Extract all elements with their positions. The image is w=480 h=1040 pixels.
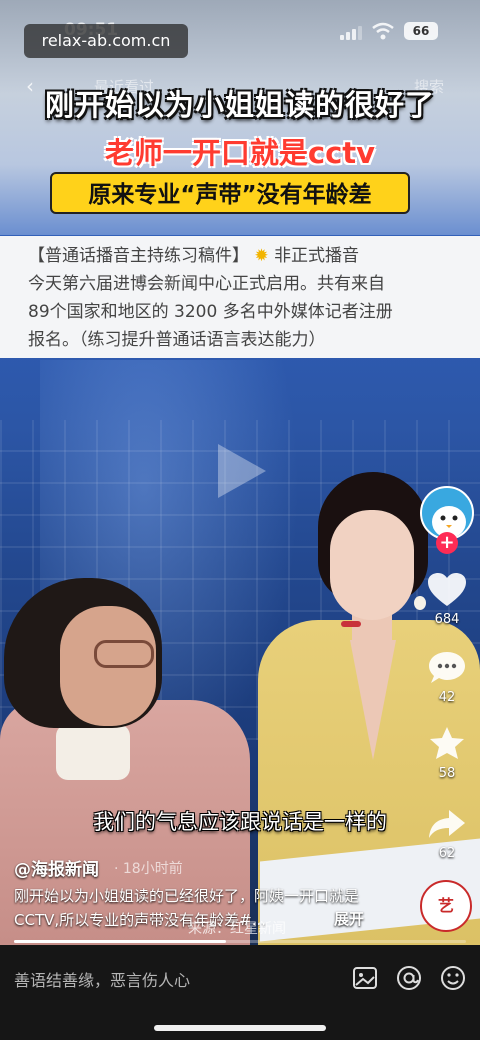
card-line-1: 【普通话播音主持练习稿件】 ✹ 非正式播音 — [28, 242, 460, 270]
mention-icon[interactable] — [394, 963, 424, 993]
share-icon — [429, 810, 465, 838]
author-name[interactable]: @海报新闻 — [14, 855, 99, 880]
heart-icon — [428, 573, 466, 606]
cellular-signal-icon — [340, 26, 362, 40]
follow-button[interactable]: + — [436, 532, 458, 554]
caption-yellow-banner: 原来专业“声带”没有年龄差 — [50, 172, 410, 214]
card-line-4: 报名。（练习提升普通话语言表达能力） — [28, 330, 326, 350]
anchor-face — [330, 510, 414, 620]
comment-icon — [429, 652, 465, 683]
video-progress-bar[interactable] — [14, 940, 466, 943]
video-subtitle: 我们的气息应该跟说话是一样的 — [93, 810, 387, 834]
wifi-icon — [372, 22, 394, 40]
source-label: 来源：红星新闻 — [188, 921, 286, 937]
expand-button[interactable]: 展开 — [334, 908, 364, 929]
card-title: 【普通话播音主持练习稿件】 — [28, 246, 249, 266]
card-line-2: 今天第六届进博会新闻中心正式启用。共有来自 — [28, 274, 385, 294]
emoji-icon[interactable] — [438, 963, 468, 993]
practice-text-card: 【普通话播音主持练习稿件】 ✹ 非正式播音 今天第六届进博会新闻中心正式启用。共… — [0, 236, 480, 358]
site-watermark: relax-ab.com.cn — [24, 24, 188, 58]
progress-fill — [14, 940, 227, 943]
favorite-button[interactable]: 58 — [414, 726, 480, 781]
like-count: 684 — [434, 612, 460, 627]
anchor-lips — [341, 621, 361, 627]
image-icon[interactable] — [350, 963, 380, 993]
star-icon — [430, 727, 464, 759]
comment-count: 42 — [438, 690, 456, 705]
comment-bar: 善语结善缘，恶言伤人心 — [0, 945, 480, 1040]
home-indicator[interactable] — [154, 1025, 326, 1031]
channel-stamp[interactable]: 艺 — [420, 880, 472, 932]
battery-icon: 66 — [404, 22, 438, 40]
teacher-glasses — [94, 640, 154, 668]
comment-input[interactable]: 善语结善缘，恶言伤人心 — [14, 967, 190, 991]
caption-red: 老师一开口就是cctv — [104, 136, 376, 170]
post-time: · 18小时前 — [114, 861, 183, 877]
comment-button[interactable]: 42 — [414, 650, 480, 705]
favorite-count: 58 — [438, 766, 456, 781]
share-button[interactable]: 62 — [414, 806, 480, 861]
like-button[interactable]: 684 — [414, 572, 480, 627]
card-line-3: 89个国家和地区的 3200 多名中外媒体记者注册 — [28, 302, 393, 322]
share-count: 62 — [438, 846, 456, 861]
play-icon[interactable] — [210, 440, 270, 502]
caption-main: 刚开始以为小姐姐读的很好了 — [44, 88, 435, 122]
teacher-collar — [56, 724, 130, 780]
card-badge: 非正式播音 — [274, 246, 360, 266]
sun-icon: ✹ — [254, 246, 269, 266]
video-screen[interactable]: 09:51 66 relax-ab.com.cn ‹ 最近看过 搜索 刚开始以为… — [0, 0, 480, 1040]
